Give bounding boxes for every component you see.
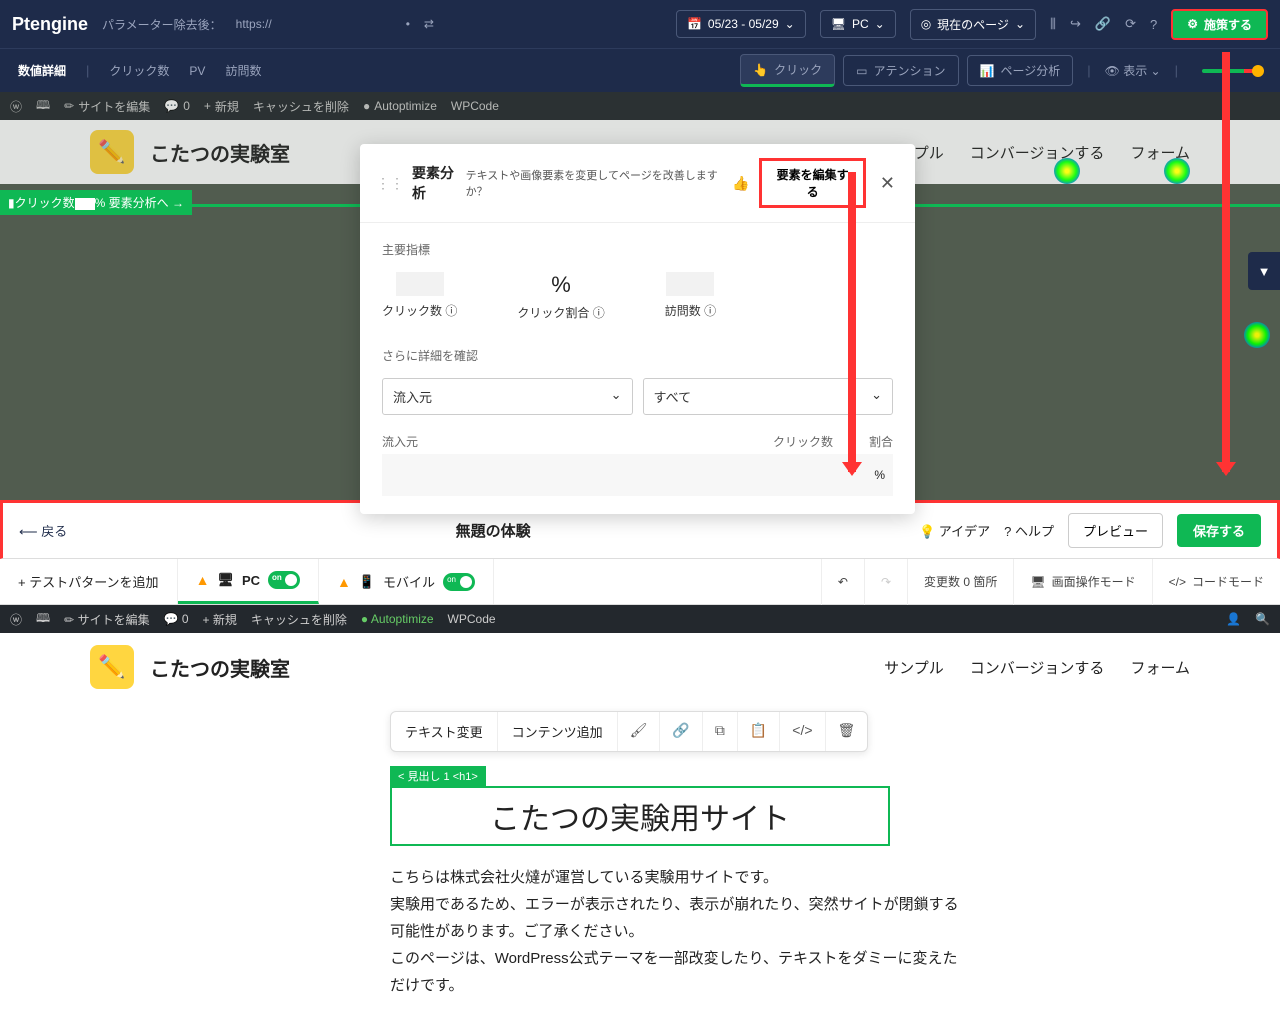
heatmap-slider[interactable] <box>1202 69 1262 73</box>
tab-analysis[interactable]: 📊ページ分析 <box>967 55 1074 86</box>
close-icon[interactable]: ✕ <box>876 173 899 194</box>
screen-mode[interactable]: 🖥 画面操作モード <box>1013 559 1151 605</box>
refresh-icon[interactable]: ⟳ <box>1125 16 1136 32</box>
modal-question: テキストや画像要素を変更してページを改善しますか？ <box>466 167 728 199</box>
url: https:// <box>236 17 272 31</box>
heatmap-preview: ⓦ🕮 ✏ サイトを編集 💬 0 + 新規 キャッシュを削除 ● Autoptim… <box>0 92 1280 500</box>
editor-canvas: ⓦ🕮 ✏ サイトを編集 💬 0 + 新規 キャッシュを削除 ● Autoptim… <box>0 605 1280 1029</box>
monitor-icon: 🖥 <box>831 17 846 31</box>
action-button[interactable]: ⚙施策する <box>1171 9 1268 40</box>
wp-wpcode[interactable]: WPCode <box>451 99 499 113</box>
url-prefix: パラメーター除去後： <box>102 16 222 33</box>
canvas-nav-form[interactable]: フォーム <box>1130 657 1190 678</box>
body-paragraph[interactable]: こちらは株式会社火燵が運営している実験用サイトです。実験用であるため、エラーが表… <box>390 864 970 999</box>
gear-icon: ⚙ <box>1187 17 1198 31</box>
delete-icon[interactable]: 🗑 <box>826 712 868 751</box>
element-toolbar: テキスト変更 コンテンツ追加 🖌 🔗 ⧉ 📋 </> 🗑 <box>390 711 868 752</box>
modal-title: 要素分析 <box>412 163 466 203</box>
display-toggle[interactable]: 👁 表示 ⌄ <box>1105 62 1161 79</box>
device-select[interactable]: 🖥PC⌄ <box>820 10 896 38</box>
tab-mobile[interactable]: ▲📱モバイル <box>319 559 494 604</box>
element-analysis-modal: ⋮⋮ 要素分析 テキストや画像要素を変更してページを改善しますか？ 👍 要素を編… <box>360 144 915 514</box>
editor-tabs: + テストパターンを追加 ▲🖥PC ▲📱モバイル ↶ ↷ 変更数 0 箇所 🖥 … <box>0 559 1280 605</box>
help-link[interactable]: ? ヘルプ <box>1004 521 1054 540</box>
page-scope[interactable]: ◎現在のページ⌄ <box>910 9 1036 40</box>
preview-button[interactable]: プレビュー <box>1068 513 1163 548</box>
wp-comments[interactable]: 💬 0 <box>164 99 190 113</box>
calendar-icon: 📅 <box>687 17 702 31</box>
copy-icon[interactable]: ⧉ <box>703 712 738 751</box>
style-icon[interactable]: 🖌 <box>618 712 661 751</box>
key-metrics-label: 主要指標 <box>382 241 893 258</box>
wp-cache[interactable]: キャッシュを削除 <box>253 98 349 115</box>
nav-conversion[interactable]: コンバージョンする <box>970 142 1105 163</box>
canvas-site-logo: ✏️ <box>90 645 134 689</box>
metric-pv[interactable]: PV <box>189 64 205 78</box>
experience-title[interactable]: 無題の体験 <box>79 520 907 541</box>
change-count: 変更数 0 箇所 <box>907 559 1013 605</box>
selected-h1[interactable]: こたつの実験用サイト <box>390 786 890 846</box>
add-pattern-button[interactable]: + テストパターンを追加 <box>0 559 178 604</box>
click-badge[interactable]: ▮クリック数% 要素分析へ → <box>0 190 192 215</box>
source-select[interactable]: 流入元⌄ <box>382 378 633 415</box>
wp-autoptimize[interactable]: ● Autoptimize <box>363 99 437 113</box>
text-change-button[interactable]: テキスト変更 <box>391 712 498 751</box>
help-icon[interactable]: ? <box>1150 17 1157 32</box>
columns-icon[interactable]: ⫼ <box>1050 16 1056 32</box>
arrow-annotation <box>1222 52 1230 472</box>
tab-pc[interactable]: ▲🖥PC <box>178 559 319 604</box>
app-topbar: Ptengine パラメーター除去後： https:// • ⇄ 📅05/23 … <box>0 0 1280 48</box>
canvas-nav-sample[interactable]: サンプル <box>884 657 944 678</box>
tab-attention[interactable]: ▭アテンション <box>843 55 958 86</box>
filter-tab[interactable]: ▼ <box>1248 252 1280 290</box>
back-button[interactable]: ⟵ 戻る <box>19 521 67 540</box>
site-title: こたつの実験室 <box>150 138 290 167</box>
save-button[interactable]: 保存する <box>1177 514 1261 547</box>
code-mode[interactable]: </> コードモード <box>1152 559 1280 605</box>
subbar: 数値詳細 | クリック数 PV 訪問数 👆クリック ▭アテンション 📊ページ分析… <box>0 48 1280 92</box>
arrow-annotation <box>848 172 856 472</box>
h1-tag-label: < 見出し 1 <h1> <box>390 766 486 786</box>
wp-adminbar: ⓦ🕮 ✏ サイトを編集 💬 0 + 新規 キャッシュを削除 ● Autoptim… <box>0 92 1280 120</box>
code-icon[interactable]: </> <box>780 712 825 751</box>
canvas-site-title: こたつの実験室 <box>150 653 290 682</box>
wp-edit-site[interactable]: ✏ サイトを編集 <box>64 98 150 115</box>
metric-clicks[interactable]: クリック数 <box>109 62 169 79</box>
wp-new[interactable]: + 新規 <box>204 98 239 115</box>
clipboard-icon[interactable]: 📋 <box>738 712 780 751</box>
redo-icon[interactable]: ↷ <box>864 559 907 605</box>
swap-icon[interactable]: ⇄ <box>424 17 434 31</box>
metric-visits[interactable]: 訪問数 <box>225 62 261 79</box>
target-icon: ◎ <box>921 17 931 31</box>
site-logo: ✏️ <box>90 130 134 174</box>
link-icon[interactable]: 🔗 <box>660 712 702 751</box>
idea-link[interactable]: 💡 アイデア <box>919 521 990 540</box>
date-range[interactable]: 📅05/23 - 05/29⌄ <box>676 10 806 38</box>
arrow-icon[interactable]: ↪ <box>1070 16 1081 32</box>
logo: Ptengine <box>12 14 88 35</box>
link-icon[interactable]: 🔗 <box>1095 16 1111 32</box>
detail-label[interactable]: 数値詳細 <box>18 62 66 79</box>
content-add-button[interactable]: コンテンツ追加 <box>498 712 618 751</box>
undo-icon[interactable]: ↶ <box>821 559 864 605</box>
canvas-nav-conversion[interactable]: コンバージョンする <box>970 657 1105 678</box>
tab-click[interactable]: 👆クリック <box>740 54 835 87</box>
table-row: % <box>382 454 893 496</box>
detail-check-label: さらに詳細を確認 <box>382 347 893 364</box>
